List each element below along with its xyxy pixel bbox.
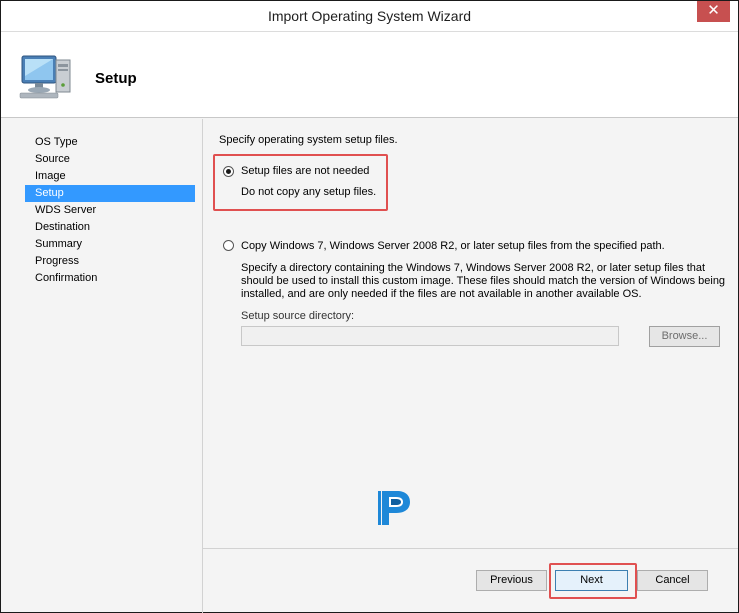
previous-button[interactable]: Previous bbox=[476, 570, 547, 591]
intro-text: Specify operating system setup files. bbox=[219, 134, 398, 146]
radio-setup-not-needed[interactable] bbox=[223, 166, 234, 177]
highlight-box-option1 bbox=[213, 154, 388, 211]
wizard-header: Setup bbox=[1, 32, 738, 118]
close-button[interactable]: ✕ bbox=[697, 1, 730, 22]
nav-item-wds-server: WDS Server bbox=[35, 204, 97, 216]
page-title: Setup bbox=[95, 70, 137, 87]
option2-label[interactable]: Copy Windows 7, Windows Server 2008 R2, … bbox=[241, 240, 665, 252]
nav-item-destination: Destination bbox=[35, 221, 91, 233]
option1-label[interactable]: Setup files are not needed bbox=[241, 165, 369, 177]
wizard-window: Import Operating System Wizard ✕ Setup O… bbox=[0, 0, 739, 613]
nav-item-setup: Setup bbox=[25, 185, 195, 202]
option1-description: Do not copy any setup files. bbox=[241, 186, 377, 198]
source-directory-input[interactable] bbox=[241, 326, 619, 346]
title-bar: Import Operating System Wizard ✕ bbox=[1, 1, 738, 32]
nav-item-source: Source bbox=[35, 153, 70, 165]
close-icon: ✕ bbox=[707, 2, 720, 19]
nav-item-summary: Summary bbox=[35, 238, 83, 250]
highlight-box-next bbox=[549, 563, 637, 599]
footer-divider bbox=[203, 548, 738, 549]
watermark-logo bbox=[378, 491, 410, 525]
option2-description-line3: installed, and are only needed if the fi… bbox=[241, 288, 642, 300]
nav-item-progress: Progress bbox=[35, 255, 80, 267]
nav-divider bbox=[202, 119, 203, 613]
window-title: Import Operating System Wizard bbox=[267, 8, 472, 24]
nav-item-image: Image bbox=[35, 170, 66, 182]
option2-description-line2: should be used to install this custom im… bbox=[241, 275, 726, 287]
nav-item-os-type: OS Type bbox=[35, 136, 78, 148]
computer-icon bbox=[19, 55, 71, 99]
nav-item-confirmation: Confirmation bbox=[35, 272, 98, 284]
radio-copy-setup-files[interactable] bbox=[223, 240, 234, 251]
browse-button[interactable]: Browse... bbox=[649, 326, 720, 347]
option2-description-line1: Specify a directory containing the Windo… bbox=[241, 262, 706, 274]
source-directory-label: Setup source directory: bbox=[241, 310, 355, 322]
cancel-button[interactable]: Cancel bbox=[637, 570, 708, 591]
wizard-steps-nav: OS Type Source Image Setup WDS Server De… bbox=[25, 134, 195, 287]
